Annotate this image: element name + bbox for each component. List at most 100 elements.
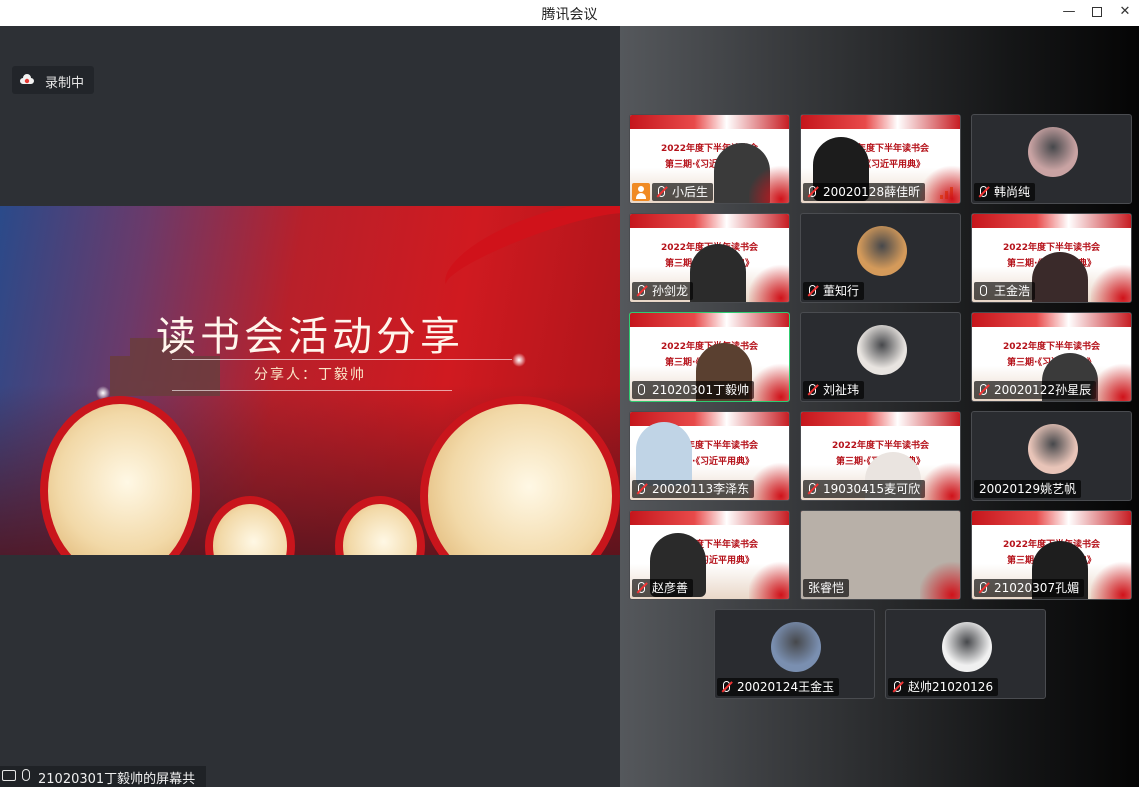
participant-name-tag: 21020307孔媚 [974, 579, 1085, 597]
avatar [857, 325, 907, 375]
sparkle-icon [512, 353, 526, 367]
participant-name-tag: 20020122孙星辰 [974, 381, 1097, 399]
recording-indicator[interactable]: 录制中 [12, 66, 94, 94]
participant-video [636, 422, 692, 486]
microphone-muted-icon [658, 186, 665, 197]
participant-video [690, 244, 746, 302]
participant-tile[interactable]: 2022年度下半年读书会第三期·《习近平用典》20020122孙星辰 [971, 312, 1132, 402]
participant-tile[interactable]: 2022年度下半年读书会 第三期·《习近平用典》 20020113李泽东 [629, 411, 790, 501]
participant-tile[interactable]: 20020129姚艺帆 [971, 411, 1132, 501]
microphone-muted-icon [723, 681, 730, 692]
participant-name: 20020129姚艺帆 [979, 482, 1077, 496]
participant-tile[interactable]: 2022年度下半年读书会 第三期·《习近平用典》 赵彦善 [629, 510, 790, 600]
slide-divider [172, 359, 512, 360]
participant-name-tag: 刘祉玮 [803, 381, 865, 399]
participant-name-tag: 20020124王金玉 [717, 678, 840, 696]
participant-name: 19030415麦可欣 [823, 482, 921, 496]
participant-name-tag: 王金浩 [974, 282, 1036, 300]
shared-slide: 读书会活动分享 分享人：丁毅帅 [0, 206, 620, 555]
participant-name: 韩尚纯 [994, 185, 1031, 199]
microphone-muted-icon [980, 384, 987, 395]
close-button[interactable]: ✕ [1114, 2, 1136, 22]
slide-thumbnail-text: 2022年度下半年读书会 [831, 441, 930, 451]
microphone-muted-icon [980, 186, 987, 197]
microphone-icon [638, 384, 645, 395]
microphone-muted-icon [809, 384, 816, 395]
participant-video [714, 143, 770, 203]
avatar [857, 226, 907, 276]
participant-name-tag: 孙剑龙 [632, 282, 694, 300]
participant-name: 20020122孙星辰 [994, 383, 1092, 397]
slide-thumbnail-text: 2022年度下半年读书会 [1002, 243, 1101, 253]
microphone-icon [980, 285, 987, 296]
participant-tile[interactable]: 2022年度下半年读书会 第三期·《习近平用典》 20020128薛佳昕 [800, 114, 961, 204]
participant-name: 赵帅21020126 [908, 680, 994, 694]
participant-name-tag: 赵彦善 [632, 579, 694, 597]
microphone-muted-icon [809, 285, 816, 296]
slide-presenter: 分享人：丁毅帅 [254, 367, 366, 383]
maximize-icon [1092, 7, 1102, 17]
participant-name: 20020113李泽东 [652, 482, 750, 496]
participant-name-tag: 张睿恺 [803, 579, 850, 597]
close-icon: ✕ [1119, 4, 1131, 19]
screen-share-icon [2, 770, 16, 781]
participant-name-tag: 20020113李泽东 [632, 480, 755, 498]
avatar [1028, 424, 1078, 474]
microphone-muted-icon [809, 483, 816, 494]
avatar [1028, 127, 1078, 177]
screen-share-label: 21020301丁毅帅的屏幕共享 [38, 772, 196, 787]
participant-name-tag: 小后生 [652, 183, 714, 201]
slide-thumbnail-text: 2022年度下半年读书会 [1002, 342, 1101, 352]
participant-tile[interactable]: 2022年度下半年读书会第三期·《习近平用典》21020307孔媚 [971, 510, 1132, 600]
maximize-button[interactable] [1086, 2, 1108, 22]
microphone-muted-icon [980, 582, 987, 593]
minimize-icon: — [1062, 4, 1076, 19]
recording-label: 录制中 [45, 76, 85, 91]
participant-name: 张睿恺 [808, 581, 845, 595]
participant-tile[interactable]: 2022年度下半年读书会第三期·《习近平用典》孙剑龙 [629, 213, 790, 303]
screen-share-status[interactable]: 21020301丁毅帅的屏幕共享 [0, 766, 206, 787]
participant-tile[interactable]: 赵帅21020126 [885, 609, 1046, 699]
participant-name: 孙剑龙 [652, 284, 689, 298]
microphone-muted-icon [894, 681, 901, 692]
minimize-button[interactable]: — [1058, 2, 1080, 22]
participant-video [1032, 252, 1088, 302]
microphone-muted-icon [638, 582, 645, 593]
participant-tile[interactable]: 2022年度下半年读书会 第三期·《习近平用典》 小后生 [629, 114, 790, 204]
participant-name: 刘祉玮 [823, 383, 860, 397]
participant-name-tag: 20020129姚艺帆 [974, 480, 1082, 498]
microphone-muted-icon [638, 285, 645, 296]
participant-name-tag: 董知行 [803, 282, 865, 300]
participant-name: 21020307孔媚 [994, 581, 1080, 595]
window-title: 腾讯会议 [541, 7, 598, 23]
participant-name: 小后生 [672, 185, 709, 199]
microphone-muted-icon [809, 186, 816, 197]
ribbon-decoration [434, 206, 620, 319]
slide-divider [172, 390, 452, 391]
participant-tile[interactable]: 韩尚纯 [971, 114, 1132, 204]
microphone-muted-icon [638, 483, 645, 494]
participant-name-tag: 20020128薛佳昕 [803, 183, 926, 201]
avatar [942, 622, 992, 672]
participant-name-tag: 21020301丁毅帅 [632, 381, 755, 399]
slide-thumbnail-text: 2022年度下半年读书会 [660, 144, 759, 154]
participant-name: 20020128薛佳昕 [823, 185, 921, 199]
slide-heading: 读书会活动分享 [156, 314, 464, 360]
participant-name: 赵彦善 [652, 581, 689, 595]
participant-tile[interactable]: 20020124王金玉 [714, 609, 875, 699]
participant-name-tag: 19030415麦可欣 [803, 480, 926, 498]
participant-name: 王金浩 [994, 284, 1031, 298]
participant-tile[interactable]: 刘祉玮 [800, 312, 961, 402]
participant-name: 20020124王金玉 [737, 680, 835, 694]
microphone-icon [22, 769, 30, 781]
participant-tile[interactable]: 2022年度下半年读书会第三期·《习近平用典》张睿恺 [800, 510, 961, 600]
participant-name-tag: 韩尚纯 [974, 183, 1036, 201]
participant-tile[interactable]: 2022年度下半年读书会第三期·《习近平用典》21020301丁毅帅 [629, 312, 790, 402]
participant-name-tag: 赵帅21020126 [888, 678, 999, 696]
participant-name: 董知行 [823, 284, 860, 298]
title-bar: 腾讯会议 — ✕ [0, 0, 1139, 26]
participant-tile[interactable]: 2022年度下半年读书会第三期·《习近平用典》王金浩 [971, 213, 1132, 303]
participant-name: 21020301丁毅帅 [652, 383, 750, 397]
participant-tile[interactable]: 2022年度下半年读书会第三期·《习近平用典》19030415麦可欣 [800, 411, 961, 501]
participant-tile[interactable]: 董知行 [800, 213, 961, 303]
